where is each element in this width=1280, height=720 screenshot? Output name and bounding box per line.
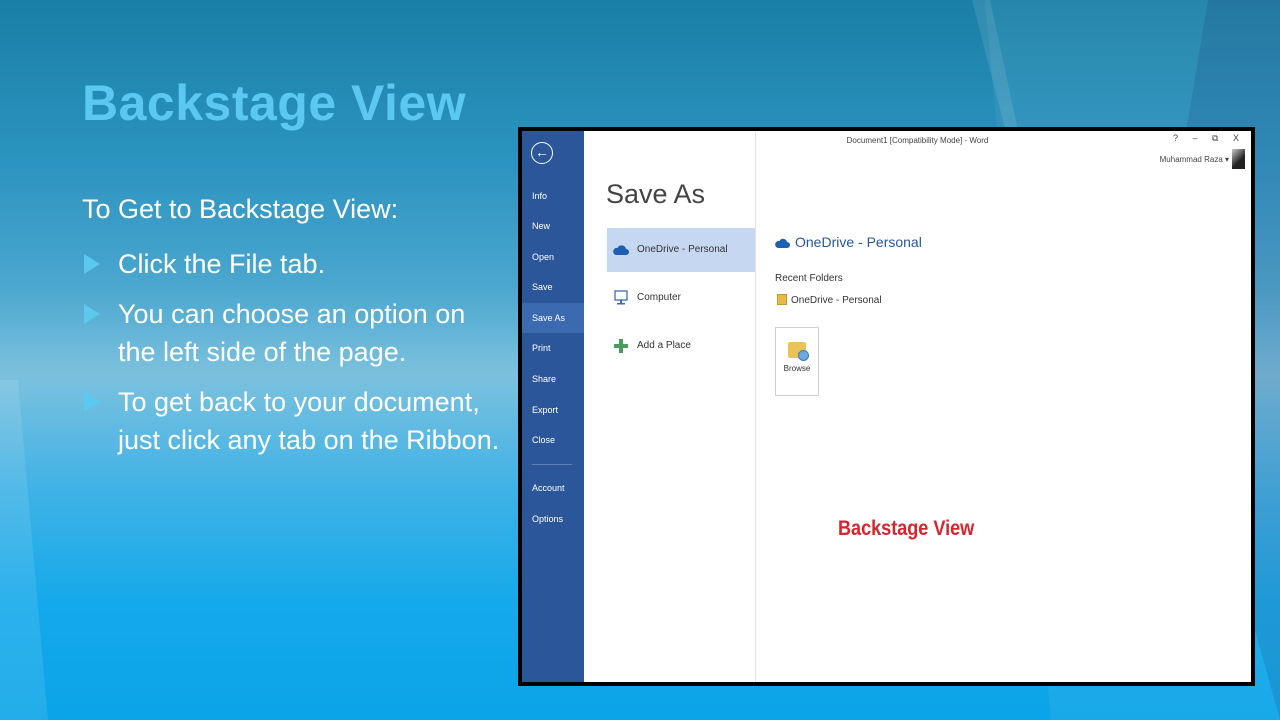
bullet-text: You can choose an option on the left sid… bbox=[118, 299, 466, 367]
bullet-text: Click the File tab. bbox=[118, 249, 326, 279]
bullet-item: Click the File tab. bbox=[82, 245, 502, 283]
nav-item-close[interactable]: Close bbox=[522, 425, 584, 455]
bullet-arrow-icon bbox=[84, 304, 100, 324]
onedrive-cloud-icon bbox=[775, 238, 790, 248]
bullet-item: To get back to your document, just click… bbox=[82, 383, 502, 459]
recent-folder-item[interactable]: OneDrive - Personal bbox=[791, 295, 882, 306]
bullet-item: You can choose an option on the left sid… bbox=[82, 295, 502, 371]
bullet-text: To get back to your document, just click… bbox=[118, 387, 500, 455]
place-label: Computer bbox=[637, 292, 681, 303]
bg-facet bbox=[0, 380, 48, 720]
onedrive-cloud-icon bbox=[613, 245, 629, 255]
backstage-nav: ← Info New Open Save Save As Print Share… bbox=[522, 131, 584, 682]
nav-item-new[interactable]: New bbox=[522, 211, 584, 241]
place-add[interactable]: Add a Place bbox=[607, 324, 755, 368]
nav-item-options[interactable]: Options bbox=[522, 504, 584, 534]
nav-item-info[interactable]: Info bbox=[522, 181, 584, 211]
places-panel: OneDrive - Personal Computer Add a Place bbox=[584, 131, 756, 682]
place-label: OneDrive - Personal bbox=[637, 244, 728, 255]
slide-title: Backstage View bbox=[82, 75, 467, 131]
nav-item-print[interactable]: Print bbox=[522, 333, 584, 363]
nav-item-save-as[interactable]: Save As bbox=[522, 303, 584, 333]
browse-label: Browse bbox=[783, 364, 811, 373]
place-computer[interactable]: Computer bbox=[607, 276, 755, 320]
user-name[interactable]: Muhammad Raza ▾ bbox=[1160, 155, 1229, 164]
intro-text: To Get to Backstage View: bbox=[82, 194, 399, 224]
avatar[interactable] bbox=[1232, 149, 1245, 169]
page-heading: Save As bbox=[606, 179, 706, 209]
window-title: Document1 [Compatibility Mode] - Word bbox=[846, 136, 989, 145]
detail-title: OneDrive - Personal bbox=[795, 234, 922, 250]
nav-item-share[interactable]: Share bbox=[522, 364, 584, 394]
nav-item-export[interactable]: Export bbox=[522, 395, 584, 425]
recent-folders-label: Recent Folders bbox=[775, 273, 843, 284]
bullet-arrow-icon bbox=[84, 254, 100, 274]
annotation-label: Backstage View bbox=[838, 517, 975, 540]
nav-item-open[interactable]: Open bbox=[522, 242, 584, 272]
nav-item-save[interactable]: Save bbox=[522, 272, 584, 302]
bullet-arrow-icon bbox=[84, 392, 100, 412]
browse-button[interactable]: Browse bbox=[775, 327, 819, 396]
nav-item-account[interactable]: Account bbox=[522, 473, 584, 503]
back-arrow-icon[interactable]: ← bbox=[531, 142, 553, 164]
window-controls[interactable]: ? – ⧉ X bbox=[1173, 133, 1245, 144]
bullet-list: Click the File tab. You can choose an op… bbox=[82, 245, 502, 471]
bg-facet bbox=[972, 0, 1020, 140]
nav-divider bbox=[532, 464, 572, 465]
folder-icon bbox=[777, 294, 787, 305]
place-onedrive[interactable]: OneDrive - Personal bbox=[607, 228, 755, 272]
computer-icon bbox=[614, 290, 628, 305]
word-window: OneDrive - Personal Computer Add a Place bbox=[522, 131, 1251, 682]
word-screenshot: OneDrive - Personal Computer Add a Place bbox=[518, 127, 1255, 686]
browse-folder-icon bbox=[788, 342, 809, 361]
place-label: Add a Place bbox=[637, 340, 691, 351]
add-plus-icon bbox=[614, 339, 628, 353]
